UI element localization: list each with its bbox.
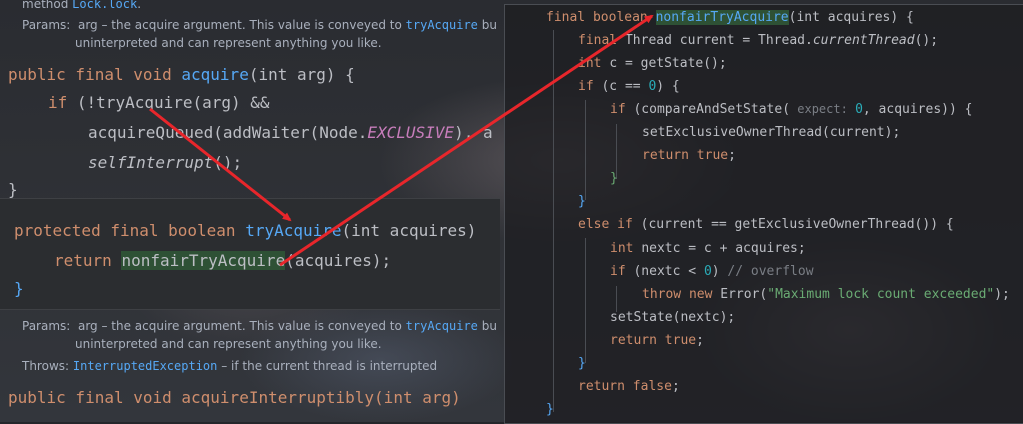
arrow-to-try-acquire xyxy=(149,107,292,222)
annotation-arrows xyxy=(149,14,654,267)
arrow-to-nonfair-try-acquire xyxy=(279,14,654,267)
